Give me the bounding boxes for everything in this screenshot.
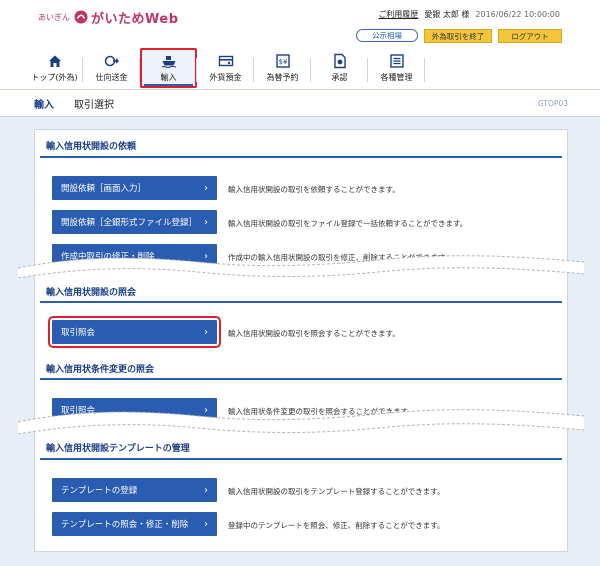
nav-item-import[interactable]: 輸入 [140, 48, 197, 88]
chevron-right-icon: › [204, 484, 208, 496]
action-description: 輸入信用状開設の取引をファイル登録で一括依頼することができます。 [228, 219, 468, 228]
button-label: テンプレートの登録 [61, 486, 138, 496]
import-ship-icon [161, 56, 176, 68]
nav-item-deposit[interactable]: 外貨預金 [197, 48, 254, 88]
exchange-rate-button[interactable]: 公示相場 [356, 29, 418, 42]
action-description: 登録中のテンプレートを照会、修正、削除することができます。 [228, 521, 445, 530]
logo-mark-icon [74, 10, 88, 24]
global-nav: トップ(外為) 仕向送金 輸入 外貨預金 $¥ 為替予約 承認 各種管理 [26, 48, 425, 88]
screen-code: GTOP03 [537, 98, 568, 108]
lc-request-file-upload-button[interactable]: 開設依頼［全銀形式ファイル登録］ › [52, 210, 217, 234]
chevron-right-icon: › [204, 216, 208, 228]
button-label: 開設依頼［全銀形式ファイル登録］ [61, 218, 198, 228]
login-datetime: 2016/06/22 10:00:00 [475, 10, 560, 19]
nav-label: 仕向送金 [95, 73, 128, 82]
approval-icon [333, 53, 346, 69]
svg-text:$¥: $¥ [278, 58, 287, 66]
lc-request-screen-input-button[interactable]: 開設依頼［画面入力］ › [52, 176, 217, 200]
deposit-icon [218, 55, 233, 67]
nav-label: トップ(外為) [31, 73, 78, 82]
section-divider [40, 458, 562, 460]
button-label: 開設依頼［画面入力］ [61, 184, 147, 194]
page-title: 取引選択 [74, 99, 114, 111]
page-titlebar: 輸入 取引選択 GTOP03 [0, 90, 600, 117]
chevron-right-icon: › [204, 326, 208, 338]
action-description: 輸入信用状開設の取引を依頼することができます。 [228, 185, 400, 194]
top-links: ご利用履歴 愛銀 太郎 様 2016/06/22 10:00:00 [378, 9, 560, 20]
template-register-button[interactable]: テンプレートの登録 › [52, 478, 217, 502]
nav-item-forward-contract[interactable]: $¥ 為替予約 [254, 48, 311, 88]
bank-logo[interactable]: あいぎん がいためWeb [38, 8, 179, 27]
page-category: 輸入 [34, 99, 54, 111]
active-indicator [144, 84, 193, 86]
nav-label: 外貨預金 [209, 73, 242, 82]
header: あいぎん がいためWeb ご利用履歴 愛銀 太郎 様 2016/06/22 10… [0, 0, 600, 90]
nav-item-top[interactable]: トップ(外為) [26, 48, 83, 88]
remittance-icon [104, 55, 119, 67]
section-divider [40, 156, 562, 158]
nav-label: 輸入 [160, 73, 177, 82]
nav-label: 承認 [331, 73, 348, 82]
nav-item-approval[interactable]: 承認 [311, 48, 368, 88]
lc-inquiry-button[interactable]: 取引照会 › [48, 316, 221, 348]
forward-contract-icon: $¥ [275, 54, 290, 68]
template-manage-button[interactable]: テンプレートの照会・修正・削除 › [52, 512, 217, 536]
nav-item-remittance[interactable]: 仕向送金 [83, 48, 140, 88]
page-break-decoration [18, 255, 584, 278]
usage-history-link[interactable]: ご利用履歴 [378, 9, 418, 20]
section-heading-lc-template: 輸入信用状開設テンプレートの管理 [46, 444, 190, 454]
management-icon [389, 54, 404, 68]
home-icon [48, 55, 61, 67]
section-divider [40, 301, 562, 303]
top-buttons: 公示相場 外為取引を終了 ログアウト [356, 29, 562, 43]
page-break-decoration [18, 409, 584, 434]
action-description: 輸入信用状開設の取引をテンプレート登録することができます。 [228, 487, 445, 496]
section-heading-lc-request: 輸入信用状開設の依頼 [46, 142, 137, 152]
nav-label: 各種管理 [380, 73, 413, 82]
section-heading-lc-amendment-inquiry: 輸入信用状条件変更の照会 [46, 365, 155, 375]
logo-bank-name: あいぎん [38, 12, 70, 22]
button-label: 取引照会 [61, 328, 96, 338]
nav-item-management[interactable]: 各種管理 [368, 48, 425, 88]
logo-service-name: がいためWeb [91, 11, 179, 27]
user-name: 愛銀 太郎 様 [424, 10, 470, 19]
button-label: テンプレートの照会・修正・削除 [61, 520, 189, 530]
end-fx-button[interactable]: 外為取引を終了 [424, 29, 492, 43]
action-description: 輸入信用状開設の取引を照会することができます。 [228, 329, 400, 338]
chevron-right-icon: › [204, 518, 208, 530]
logout-button[interactable]: ログアウト [498, 29, 562, 43]
chevron-right-icon: › [204, 182, 208, 194]
section-heading-lc-inquiry: 輸入信用状開設の照会 [46, 288, 137, 298]
nav-label: 為替予約 [266, 73, 299, 82]
section-divider [40, 378, 562, 380]
